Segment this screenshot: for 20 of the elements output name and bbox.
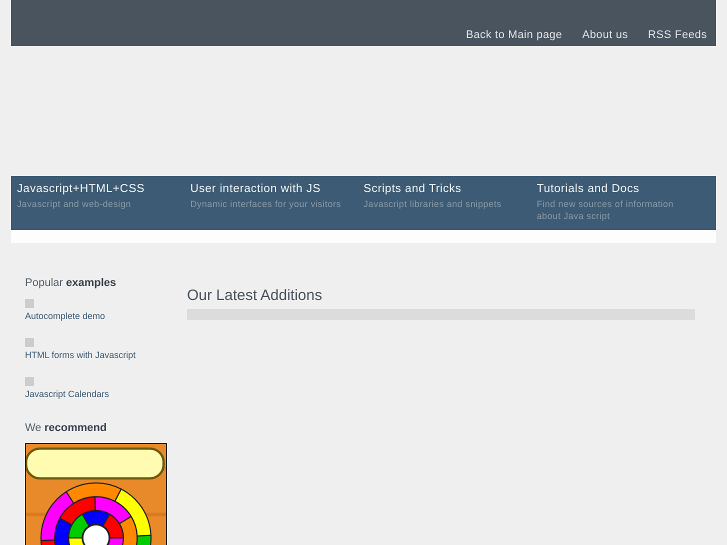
category-link[interactable]: User interaction with JS <box>190 183 321 195</box>
example-link[interactable]: HTML forms with Javascript <box>25 350 136 360</box>
example-link[interactable]: Autocomplete demo <box>25 311 106 321</box>
top-nav-link[interactable]: About us <box>582 29 628 41</box>
category-description: Javascript libraries and snippets <box>364 198 502 210</box>
category-description: Dynamic interfaces for your visitors <box>190 198 342 210</box>
sidebar-heading: We recommend <box>25 422 107 434</box>
thumbnail-icon <box>25 299 34 308</box>
category-link[interactable]: Javascript+HTML+CSS <box>17 183 145 195</box>
category-link[interactable]: Tutorials and Docs <box>536 183 640 195</box>
top-nav-link[interactable]: RSS Feeds <box>648 29 707 41</box>
example-link[interactable]: Javascript Calendars <box>25 389 110 399</box>
thumbnail-icon <box>25 338 34 347</box>
sidebar-heading: Popular examples <box>25 277 116 289</box>
category-description: Javascript and web-design <box>17 198 132 210</box>
top-nav-link[interactable]: Back to Main page <box>466 29 562 41</box>
category-description: Find new sources of information about Java script <box>536 198 675 222</box>
section-heading: Our Latest Additions <box>187 287 324 304</box>
category-link[interactable]: Scripts and Tricks <box>364 183 462 195</box>
thumbnail-icon <box>25 377 34 386</box>
